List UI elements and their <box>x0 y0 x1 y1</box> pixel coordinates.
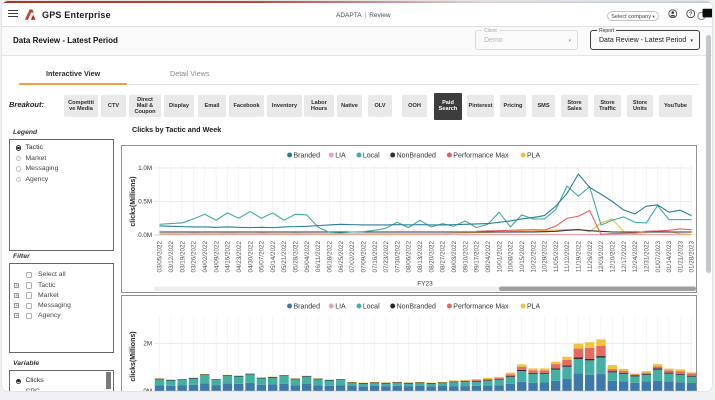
svg-text:01/21/2023: 01/21/2023 <box>677 240 684 272</box>
svg-text:06/11/2022: 06/11/2022 <box>315 240 322 272</box>
svg-text:Branded: Branded <box>294 152 321 159</box>
svg-text:08/27/2022: 08/27/2022 <box>440 240 447 272</box>
svg-text:01/28/2023: 01/28/2023 <box>689 240 696 272</box>
svg-text:07/09/2022: 07/09/2022 <box>360 240 367 272</box>
svg-text:12/24/2022: 12/24/2022 <box>632 240 639 272</box>
svg-text:05/28/2022: 05/28/2022 <box>293 240 300 272</box>
svg-text:06/25/2022: 06/25/2022 <box>338 240 345 272</box>
svg-text:10/01/2022: 10/01/2022 <box>496 240 503 272</box>
svg-text:03/12/2022: 03/12/2022 <box>168 240 175 272</box>
svg-text:1.0M: 1.0M <box>138 165 152 172</box>
svg-text:05/07/2022: 05/07/2022 <box>259 240 266 272</box>
svg-text:11/19/2022: 11/19/2022 <box>576 240 583 272</box>
svg-text:10/29/2022: 10/29/2022 <box>542 240 549 272</box>
svg-text:07/23/2022: 07/23/2022 <box>383 240 390 272</box>
svg-text:2M: 2M <box>143 340 152 347</box>
svg-text:11/05/2022: 11/05/2022 <box>553 240 560 272</box>
svg-text:12/17/2022: 12/17/2022 <box>621 240 628 272</box>
svg-text:05/14/2022: 05/14/2022 <box>270 240 277 272</box>
svg-text:03/05/2022: 03/05/2022 <box>157 240 164 272</box>
svg-text:12/31/2022: 12/31/2022 <box>643 240 650 272</box>
svg-text:11/12/2022: 11/12/2022 <box>564 240 571 272</box>
svg-text:NonBranded: NonBranded <box>397 152 436 159</box>
svg-text:Local: Local <box>363 303 380 310</box>
svg-text:09/24/2022: 09/24/2022 <box>485 240 492 272</box>
svg-text:11/26/2022: 11/26/2022 <box>587 240 594 272</box>
svg-text:06/18/2022: 06/18/2022 <box>327 240 334 272</box>
svg-text:FY23: FY23 <box>417 280 433 287</box>
svg-text:04/16/2022: 04/16/2022 <box>225 240 232 272</box>
svg-text:08/20/2022: 08/20/2022 <box>428 240 435 272</box>
svg-text:06/04/2022: 06/04/2022 <box>304 240 311 272</box>
svg-text:Branded: Branded <box>294 303 321 310</box>
svg-text:04/02/2022: 04/02/2022 <box>202 240 209 272</box>
svg-text:clicks(Millions): clicks(Millions) <box>130 331 137 381</box>
svg-text:01/14/2023: 01/14/2023 <box>666 240 673 272</box>
svg-text:09/03/2022: 09/03/2022 <box>451 240 458 272</box>
svg-text:09/10/2022: 09/10/2022 <box>462 240 469 272</box>
svg-text:0.5M: 0.5M <box>138 198 152 205</box>
svg-text:NonBranded: NonBranded <box>397 303 436 310</box>
svg-text:01/07/2023: 01/07/2023 <box>655 240 662 272</box>
svg-text:03/26/2022: 03/26/2022 <box>191 240 198 272</box>
svg-text:09/17/2022: 09/17/2022 <box>474 240 481 272</box>
svg-text:PLA: PLA <box>527 303 541 310</box>
svg-text:Performance Max: Performance Max <box>453 152 509 159</box>
svg-text:04/23/2022: 04/23/2022 <box>236 240 243 272</box>
svg-text:PLA: PLA <box>527 152 541 159</box>
svg-text:08/06/2022: 08/06/2022 <box>406 240 413 272</box>
svg-text:12/03/2022: 12/03/2022 <box>598 240 605 272</box>
svg-text:05/21/2022: 05/21/2022 <box>281 240 288 272</box>
svg-text:08/13/2022: 08/13/2022 <box>417 240 424 272</box>
svg-text:03/19/2022: 03/19/2022 <box>179 240 186 272</box>
svg-text:clicks(Millions): clicks(Millions) <box>130 176 137 226</box>
svg-text:0.0M: 0.0M <box>138 232 152 239</box>
svg-text:04/30/2022: 04/30/2022 <box>247 240 254 272</box>
svg-text:Local: Local <box>363 152 380 159</box>
svg-text:10/22/2022: 10/22/2022 <box>530 240 537 272</box>
svg-text:07/30/2022: 07/30/2022 <box>394 240 401 272</box>
svg-text:10/08/2022: 10/08/2022 <box>508 240 515 272</box>
svg-text:?: ? <box>689 12 692 18</box>
svg-text:07/16/2022: 07/16/2022 <box>372 240 379 272</box>
svg-text:04/09/2022: 04/09/2022 <box>213 240 220 272</box>
svg-text:LIA: LIA <box>335 152 346 159</box>
svg-text:07/02/2022: 07/02/2022 <box>349 240 356 272</box>
svg-text:12/10/2022: 12/10/2022 <box>610 240 617 272</box>
svg-text:10/15/2022: 10/15/2022 <box>519 240 526 272</box>
svg-text:LIA: LIA <box>335 303 346 310</box>
svg-text:Performance Max: Performance Max <box>453 303 509 310</box>
svg-text:0M: 0M <box>143 387 152 392</box>
